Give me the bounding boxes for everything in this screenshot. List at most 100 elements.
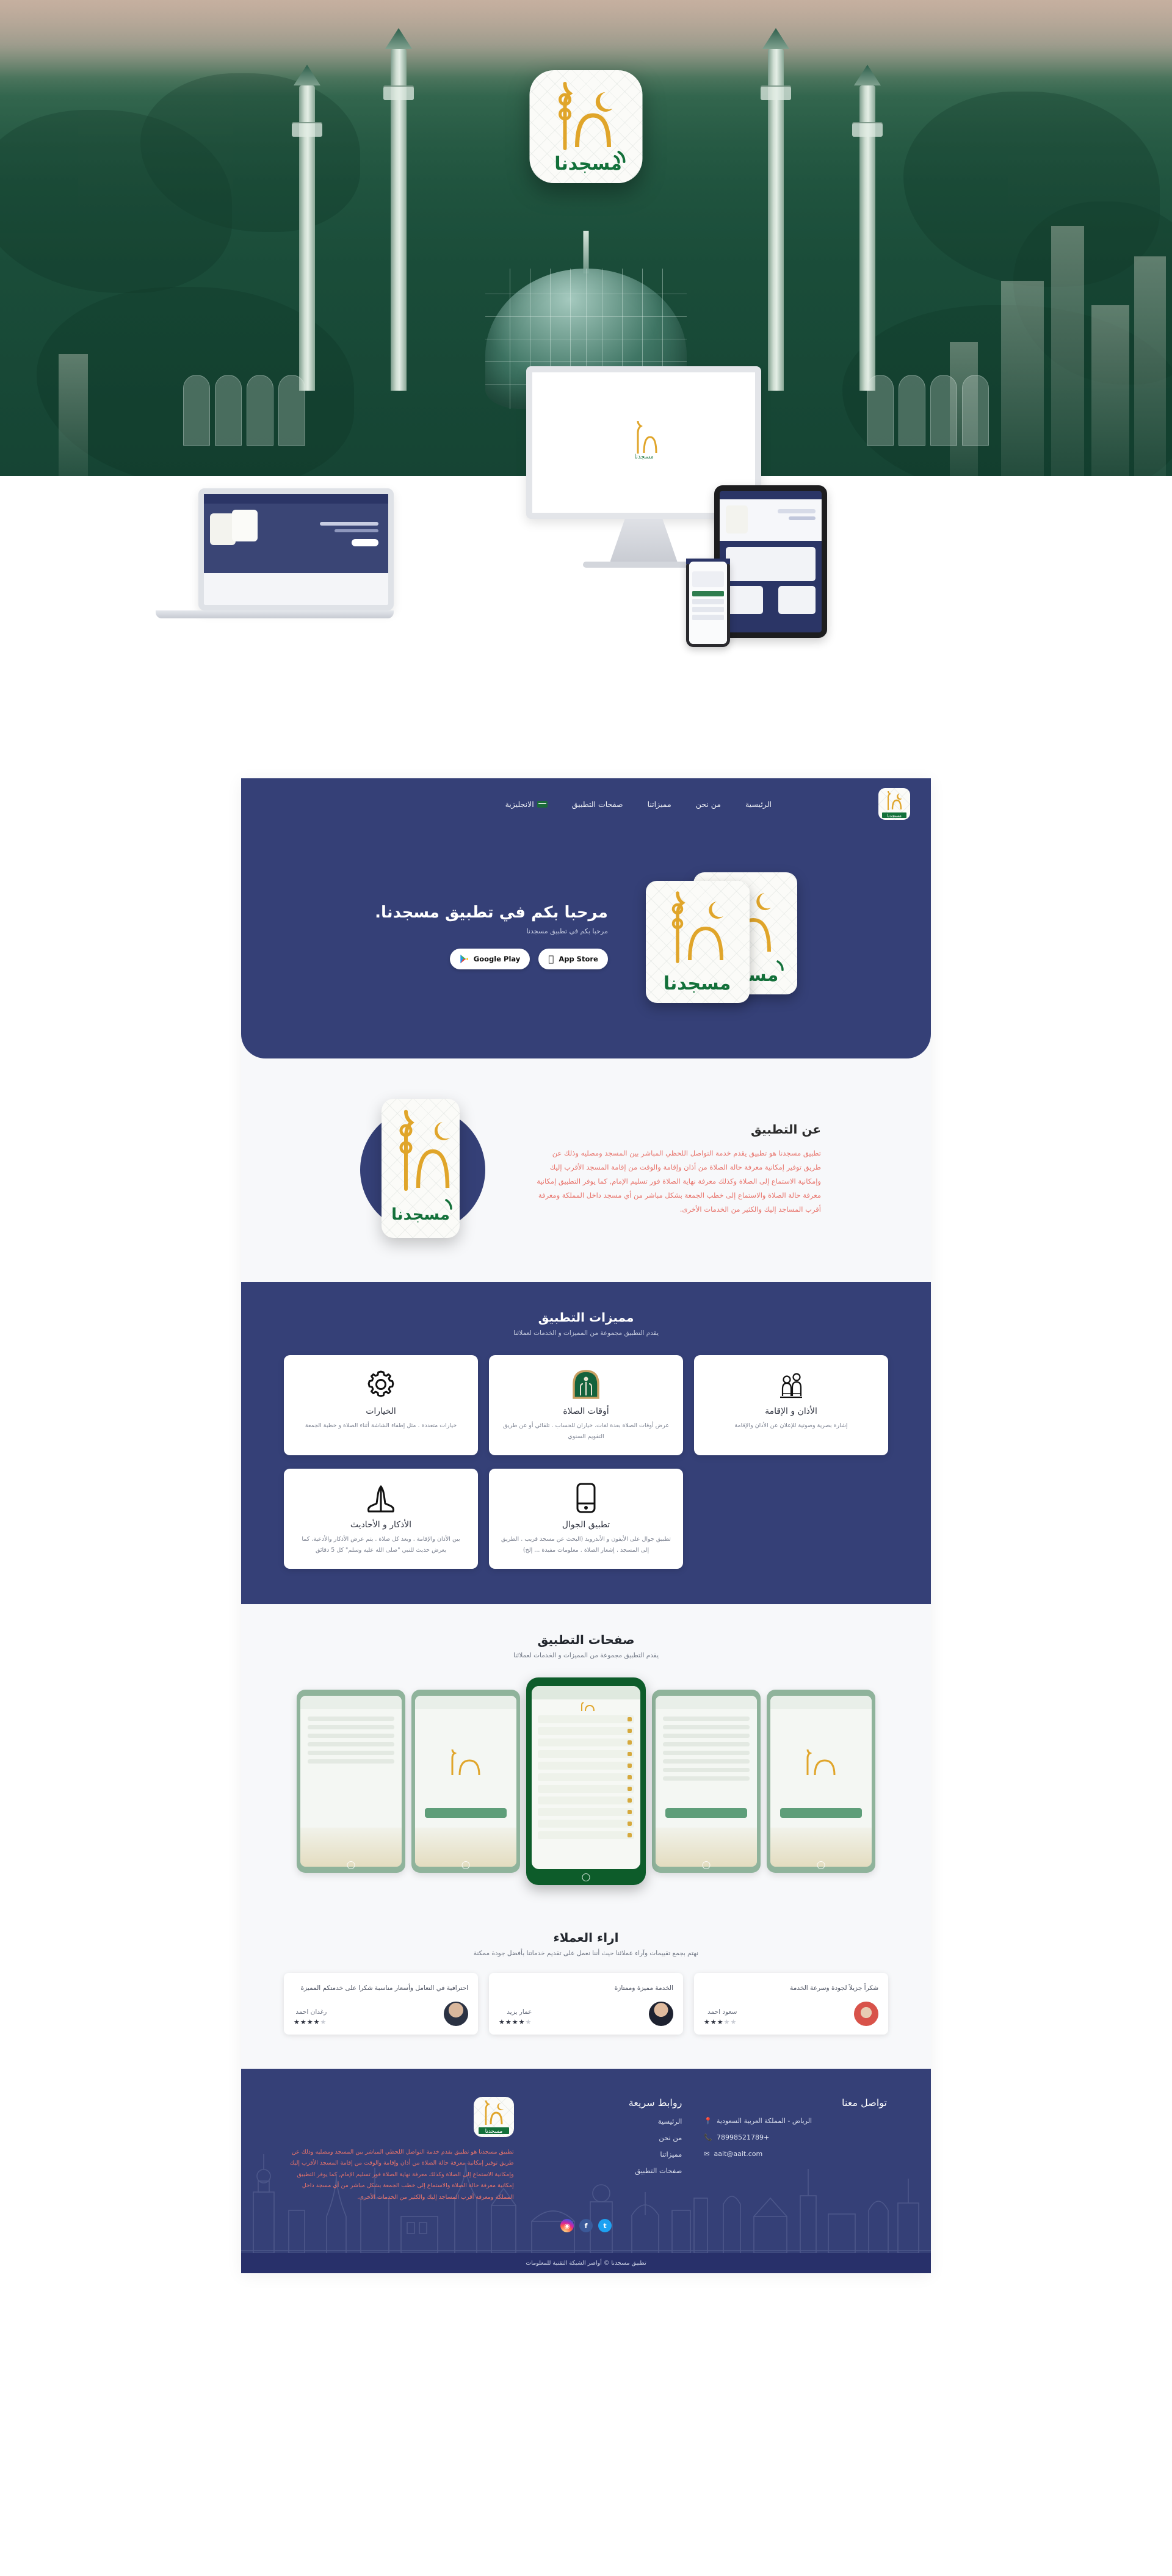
imac-stand xyxy=(610,519,678,562)
feature-name-mobile-app: تطبيق الجوال xyxy=(562,1520,610,1530)
testimonial-author: عمار يزيد xyxy=(507,2008,532,2016)
footer-links-column: روابط سريعة الرئيسية من نحن مميزاتنا صفح… xyxy=(536,2097,682,2204)
website-preview: مسجدنا الرئيسية من نحن مميزاتنا صفحات ال… xyxy=(241,778,931,2274)
footer-columns: تواصل معنا 📍 الرياض - المملكة العربية ال… xyxy=(285,2096,887,2204)
testimonials-grid: شكراً جزيلاً لجودة وسرعة الخدمة سعود احم… xyxy=(284,1973,888,2035)
instagram-icon[interactable]: ◉ xyxy=(560,2219,574,2233)
screenshot-topbar xyxy=(415,1696,516,1710)
envelope-icon: ✉ xyxy=(704,2149,710,2158)
screenshots-carousel[interactable]: مسجدنا xyxy=(284,1677,888,1886)
mosque-arcade-left xyxy=(183,372,305,446)
testimonial-rating: ★★★★★ xyxy=(294,2017,327,2026)
feature-card-adhan[interactable]: الأذان و الإقامة إشارة بصرية وصوتية للإع… xyxy=(694,1355,888,1456)
hero-store-buttons: App Store  Google Play xyxy=(375,949,608,969)
screenshot-cta xyxy=(425,1808,507,1818)
svg-text:مسجدنا: مسجدنا xyxy=(485,2129,502,2135)
footer-link-screens[interactable]: صفحات التطبيق xyxy=(536,2166,682,2175)
footer-email-text: aait@aait.com xyxy=(714,2149,763,2158)
about-text-block: عن التطبيق تطبيق مسجدنا هو تطبيق يقدم خد… xyxy=(534,1122,821,1217)
mosque-arch-icon xyxy=(501,1367,671,1402)
hero-app-cards: مسجدنا مسجدنا xyxy=(632,872,797,1003)
screenshot-item[interactable] xyxy=(297,1690,405,1873)
site-footer: تواصل معنا 📍 الرياض - المملكة العربية ال… xyxy=(241,2068,931,2254)
screenshot-item[interactable] xyxy=(652,1690,761,1873)
testimonial-text: الخدمة مميزة وممتازة xyxy=(614,1984,673,1992)
mockup-laptop xyxy=(156,488,394,618)
nav-item-language[interactable]: الانجليزية xyxy=(505,800,548,809)
home-indicator xyxy=(347,1861,355,1870)
apple-icon:  xyxy=(548,954,554,964)
home-indicator xyxy=(461,1861,470,1870)
nav-item-about[interactable]: من نحن xyxy=(696,800,721,809)
tablet-screen xyxy=(714,485,827,638)
footer-phone-text: +78998521789 xyxy=(717,2133,770,2141)
nav-item-home[interactable]: الرئيسية xyxy=(745,800,772,809)
app-store-button[interactable]: App Store  xyxy=(538,949,608,969)
testimonial-card[interactable]: الخدمة مميزة وممتازة عمار يزيد ★★★★★ xyxy=(489,1973,683,2035)
features-title: مميزات التطبيق xyxy=(538,1310,634,1325)
features-grid-row1: الأذان و الإقامة إشارة بصرية وصوتية للإع… xyxy=(284,1355,888,1456)
testimonial-meta: رغدان احمد ★★★★★ xyxy=(294,2008,327,2026)
feature-name-adhan: الأذان و الإقامة xyxy=(765,1406,817,1416)
testimonial-meta: سعود احمد ★★★★★ xyxy=(704,2008,737,2026)
screenshot-cta xyxy=(665,1808,747,1818)
about-section: عن التطبيق تطبيق مسجدنا هو تطبيق يقدم خد… xyxy=(241,1058,931,1282)
footer-link-features[interactable]: مميزاتنا xyxy=(536,2150,682,2158)
screenshot-text-lines xyxy=(308,1717,394,1768)
feature-card-athkar[interactable]: الأذكار و الأحاديث بين الأذان والإقامة .… xyxy=(284,1469,478,1569)
footer-link-about[interactable]: من نحن xyxy=(536,2133,682,2142)
testimonial-text: شكراً جزيلاً لجودة وسرعة الخدمة xyxy=(790,1984,878,1992)
screenshots-section: صفحات التطبيق يقدم التطبيق مجموعة من الم… xyxy=(241,1604,931,1910)
app-logo-badge: مسجدنا xyxy=(529,70,643,183)
logo-artwork: مسجدنا xyxy=(530,70,643,183)
nav-item-screens[interactable]: صفحات التطبيق xyxy=(572,800,623,809)
footer-phone[interactable]: 📞 +78998521789 xyxy=(704,2133,887,2141)
nav-item-features[interactable]: مميزاتنا xyxy=(648,800,671,809)
screenshot-canvas xyxy=(532,1686,640,1870)
phone-screen xyxy=(686,559,730,647)
saudi-flag-icon xyxy=(537,800,548,808)
screenshot-topbar xyxy=(300,1696,402,1710)
navbar-logo[interactable]: مسجدنا xyxy=(878,788,910,820)
footer-email[interactable]: ✉ aait@aait.com xyxy=(704,2150,887,2158)
screenshot-item[interactable]: مسجدنا xyxy=(767,1690,875,1873)
screenshot-topbar xyxy=(770,1696,872,1710)
features-section: مميزات التطبيق يقدم التطبيق مجموعة من ال… xyxy=(241,1282,931,1605)
screenshot-canvas xyxy=(415,1696,516,1867)
minaret-left-inner xyxy=(383,49,414,391)
feature-desc-mobile-app: تطبيق جوال على الأيفون و الأندرويد (البح… xyxy=(501,1536,671,1554)
footer-about-text: تطبيق مسجدنا هو تطبيق يقدم خدمة التواصل … xyxy=(289,2148,514,2201)
twitter-icon[interactable]: t xyxy=(598,2219,612,2233)
testimonial-author: رغدان احمد xyxy=(295,2008,327,2016)
minaret-right-inner xyxy=(761,49,791,391)
feature-name-options: الخيارات xyxy=(366,1406,396,1416)
facebook-icon[interactable]: f xyxy=(579,2219,593,2233)
google-play-button[interactable]: Google Play xyxy=(449,949,530,969)
feature-card-prayer-times[interactable]: أوقات الصلاة عرض أوقات الصلاة بعدة لغات.… xyxy=(489,1355,683,1456)
screenshot-item[interactable] xyxy=(411,1690,520,1873)
screenshot-item-active[interactable] xyxy=(526,1677,646,1886)
features-grid-row2: تطبيق الجوال تطبيق جوال على الأيفون و ال… xyxy=(284,1466,888,1569)
screenshot-canvas: مسجدنا xyxy=(770,1696,872,1867)
about-app-card: مسجدنا xyxy=(382,1099,460,1238)
svg-text:مسجدنا: مسجدنا xyxy=(664,973,731,994)
mockup-tablet xyxy=(714,485,827,638)
laptop-base xyxy=(156,610,394,618)
home-indicator xyxy=(582,1873,590,1882)
page-bottom-padding xyxy=(0,2273,1172,2372)
testimonials-section: اراء العملاء نهتم بجمع تقييمات وآراء عمل… xyxy=(241,1909,931,2069)
feature-card-options[interactable]: الخيارات خيارات متعددة . مثل إطفاء الشاش… xyxy=(284,1355,478,1456)
testimonial-avatar xyxy=(854,2001,878,2026)
hero-copy: مرحبا بكم في تطبيق مسجدنا. مرحبا بكم في … xyxy=(375,903,608,969)
feature-card-mobile-app[interactable]: تطبيق الجوال تطبيق جوال على الأيفون و ال… xyxy=(489,1469,683,1569)
testimonial-avatar xyxy=(444,2001,468,2026)
footer-logo: مسجدنا xyxy=(473,2096,514,2137)
footer-link-home[interactable]: الرئيسية xyxy=(536,2117,682,2126)
testimonial-card[interactable]: شكراً جزيلاً لجودة وسرعة الخدمة سعود احم… xyxy=(694,1973,888,2035)
screenshot-topbar xyxy=(656,1696,757,1710)
testimonial-card[interactable]: احترافية في التعامل وأسعار مناسبة شكرا ع… xyxy=(284,1973,478,2035)
testimonial-avatar xyxy=(649,2001,673,2026)
navbar-links: الرئيسية من نحن مميزاتنا صفحات التطبيق ا… xyxy=(505,800,772,809)
praying-hands-icon xyxy=(296,1481,466,1515)
testimonial-footer: رغدان احمد ★★★★★ xyxy=(294,2001,468,2026)
